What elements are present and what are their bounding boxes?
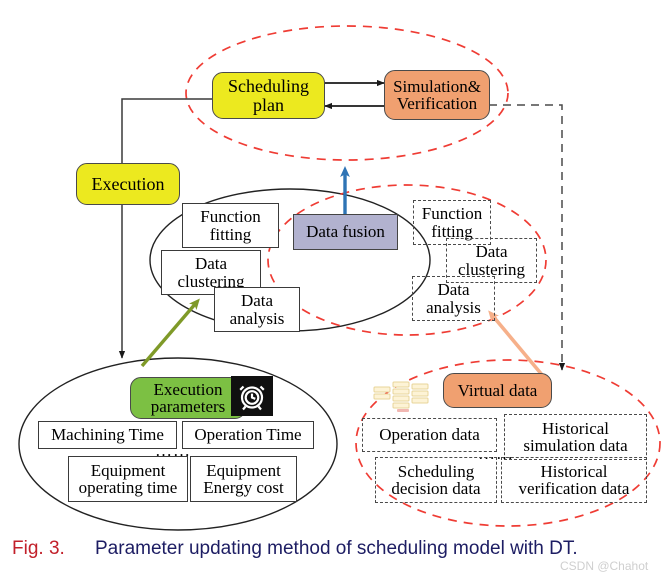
box-equipment-energy-cost[interactable]: Equipment Energy cost xyxy=(190,456,297,502)
node-simulation-verification[interactable]: Simulation& Verification xyxy=(384,70,490,120)
node-scheduling-plan[interactable]: Scheduling plan xyxy=(212,72,325,119)
box-operation-time[interactable]: Operation Time xyxy=(182,421,314,449)
box-historical-simulation-data[interactable]: Historical simulation data xyxy=(504,414,647,460)
figure-caption: Parameter updating method of scheduling … xyxy=(95,538,578,559)
box-scheduling-decision-data[interactable]: Scheduling decision data xyxy=(375,457,497,503)
node-execution-parameters[interactable]: Execution parameters xyxy=(130,377,246,419)
alarm-clock-icon xyxy=(231,376,273,416)
box-physical-data-analysis[interactable]: Data analysis xyxy=(214,287,300,332)
node-data-fusion[interactable]: Data fusion xyxy=(293,214,398,250)
arrow-parameters-to-physical-analysis xyxy=(140,298,200,368)
node-execution[interactable]: Execution xyxy=(76,163,180,205)
box-physical-function-fitting[interactable]: Function fitting xyxy=(182,203,279,248)
figure-canvas: Scheduling plan Simulation& Verification… xyxy=(0,0,665,578)
box-operation-data[interactable]: Operation data xyxy=(362,418,497,452)
database-stack-icon xyxy=(372,378,434,414)
figure-label: Fig. 3. xyxy=(12,538,65,559)
node-virtual-data[interactable]: Virtual data xyxy=(443,373,552,408)
arrow-virtual-data-to-virtual-analysis xyxy=(488,310,545,378)
box-virtual-data-analysis[interactable]: Data analysis xyxy=(412,276,495,321)
box-equipment-operating-time[interactable]: Equipment operating time xyxy=(68,456,188,502)
box-historical-verification-data[interactable]: Historical verification data xyxy=(501,457,647,503)
watermark: CSDN @Chahot xyxy=(560,559,649,573)
